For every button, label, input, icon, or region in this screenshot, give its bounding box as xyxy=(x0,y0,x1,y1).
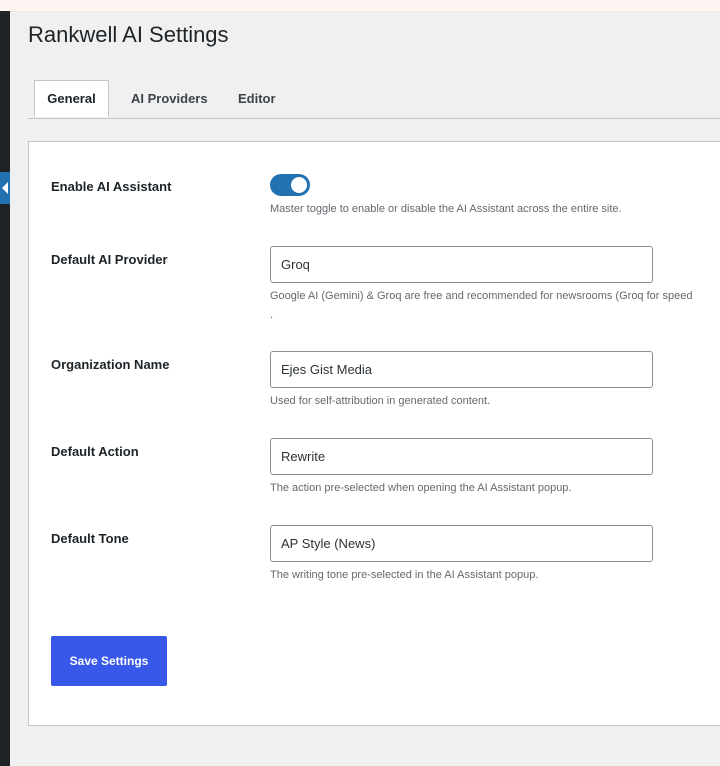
default-provider-description: Google AI (Gemini) & Groq are free and r… xyxy=(270,290,693,302)
settings-form: Enable AI Assistant Master toggle to ena… xyxy=(28,141,720,726)
enable-ai-description: Master toggle to enable or disable the A… xyxy=(270,203,622,215)
collapse-menu-icon[interactable] xyxy=(0,172,10,204)
enable-ai-label: Enable AI Assistant xyxy=(51,179,172,194)
default-tone-select[interactable]: AP Style (News) xyxy=(270,525,653,562)
default-provider-label: Default AI Provider xyxy=(51,252,168,267)
tab-ai-providers[interactable]: AI Providers xyxy=(131,80,208,117)
default-provider-select[interactable]: Groq xyxy=(270,246,653,283)
default-tone-label: Default Tone xyxy=(51,531,129,546)
organization-name-label: Organization Name xyxy=(51,357,170,372)
default-action-select[interactable]: Rewrite xyxy=(270,438,653,475)
tab-general[interactable]: General xyxy=(34,80,109,117)
page-title: Rankwell AI Settings xyxy=(28,22,229,47)
enable-ai-toggle[interactable] xyxy=(270,174,310,196)
settings-tabs: General AI Providers Editor xyxy=(28,80,720,119)
tab-editor[interactable]: Editor xyxy=(238,80,276,117)
organization-name-input[interactable]: Ejes Gist Media xyxy=(270,351,653,388)
toggle-knob xyxy=(291,177,307,193)
admin-sidebar xyxy=(0,11,10,766)
default-provider-description-cont: . xyxy=(270,309,274,321)
default-tone-description: The writing tone pre-selected in the AI … xyxy=(270,569,539,581)
organization-name-description: Used for self-attribution in generated c… xyxy=(270,395,491,407)
default-action-label: Default Action xyxy=(51,444,139,459)
default-action-description: The action pre-selected when opening the… xyxy=(270,482,572,494)
admin-bar xyxy=(0,0,720,12)
save-settings-button[interactable]: Save Settings xyxy=(51,636,167,686)
